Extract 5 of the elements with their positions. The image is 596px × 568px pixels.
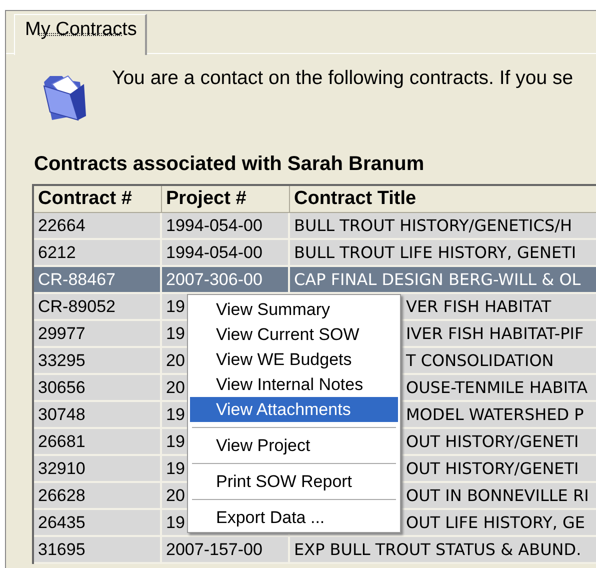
table-cell: EXP BULL TROUT STATUS & ABUND.: [290, 537, 596, 564]
table-title: Contracts associated with Sarah Branum: [33, 152, 426, 176]
table-cell: 2007-157-00: [162, 537, 290, 564]
table-cell: 31695: [34, 537, 162, 564]
intro-text: You are a contact on the following contracts. If you se: [112, 66, 574, 90]
